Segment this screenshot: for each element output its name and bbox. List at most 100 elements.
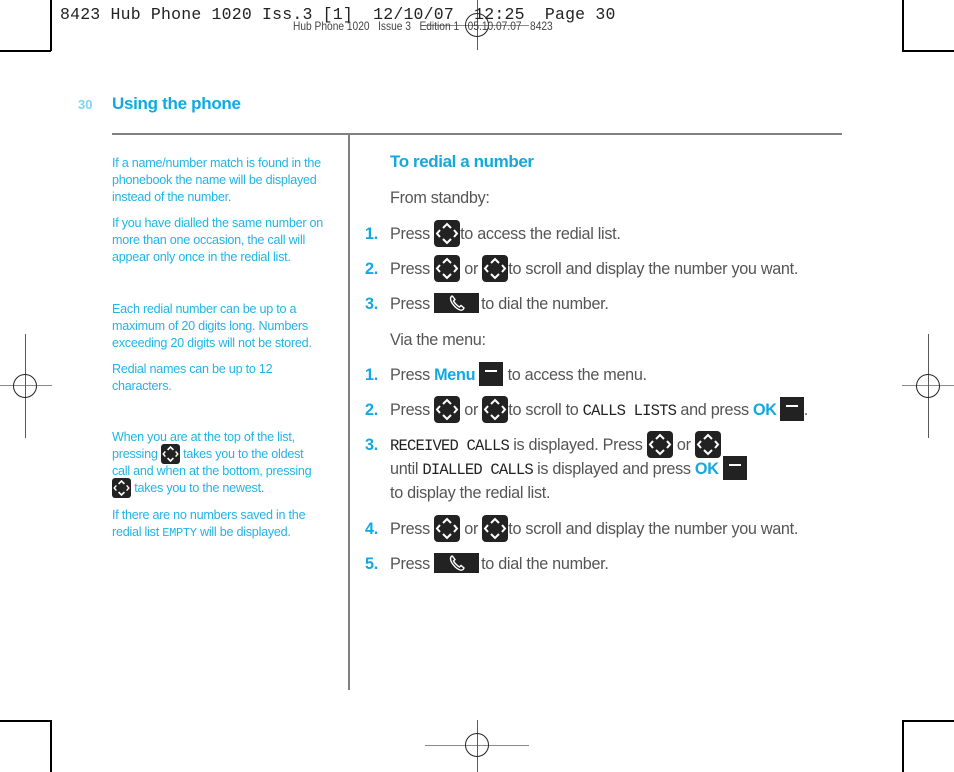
navigation-key-icon (482, 396, 509, 424)
navigation-key-icon (434, 515, 461, 543)
step-text: to scroll to (508, 401, 579, 419)
lcd-text-dialled-calls: DIALLED CALLS (422, 461, 533, 479)
navigation-key-icon (112, 478, 131, 499)
crop-mark-bottom-right-h (902, 720, 954, 722)
crop-mark-bottom-right-v (902, 720, 904, 772)
navigation-key-icon (434, 396, 461, 424)
navigation-key-icon (482, 255, 509, 283)
crop-mark-bottom-left-v (50, 720, 52, 772)
note-text: takes you to the newest. (134, 481, 265, 495)
step-text: Press (390, 366, 430, 384)
step-text: or (464, 260, 479, 278)
navigation-key-icon (434, 255, 461, 283)
step-text: . (803, 401, 809, 419)
page-number: 30 (78, 97, 93, 112)
step-text: Press (390, 295, 430, 313)
registration-mark-bottom (425, 720, 529, 772)
note-text: pressing (112, 447, 158, 461)
step-text: to access the redial list. (460, 225, 621, 243)
step-text: is displayed. Press (513, 436, 643, 454)
ok-keyword: OK (694, 460, 719, 478)
crop-mark-top-right-v (902, 0, 904, 51)
step-text: to scroll and display the number you wan… (508, 520, 799, 538)
step-number: 1. (365, 366, 378, 384)
column-divider (348, 134, 350, 690)
step-text: Press (390, 520, 430, 538)
navigation-key-icon (482, 515, 509, 543)
menu-step-5: 5. Press to dial the number. (365, 552, 609, 576)
softkey-icon (722, 455, 747, 480)
menu-step-1: 1. Press Menu to access the menu. (365, 361, 647, 387)
note-text: Each redial number can be up to a maximu… (112, 302, 312, 350)
step-number: 1. (365, 225, 378, 243)
crop-mark-bottom-left-h (0, 720, 51, 722)
lcd-text-calls-lists: CALLS LISTS (582, 402, 677, 420)
step-text: to display the redial list. (390, 484, 551, 502)
standby-step-2: 2. Press or to scroll and display the num… (365, 255, 799, 283)
note-text: Redial names can be up to 12 characters. (112, 362, 273, 393)
note-text: call and when at the bottom, pressing (112, 464, 312, 478)
note-text: takes you to the oldest (183, 447, 304, 461)
softkey-icon (479, 361, 504, 386)
note-text: If a name/number match is found in the p… (112, 156, 321, 204)
lcd-text-received-calls: RECEIVED CALLS (390, 437, 510, 455)
step-text: or (464, 520, 479, 538)
menu-step-2: 2. Press or to scroll to CALLS LISTS and … (365, 396, 809, 424)
crop-mark-top-left-v (50, 0, 52, 51)
sidebar-note-scroll: When you are at the top of the list, pre… (112, 429, 337, 499)
sidebar-note-same-number: If you have dialled the same number on m… (112, 215, 337, 266)
section-title: Using the phone (112, 94, 241, 113)
talk-key-icon (434, 553, 480, 574)
crop-mark-top-left-h (0, 50, 51, 52)
sidebar-note-match: If a name/number match is found in the p… (112, 155, 337, 206)
menu-step-3-line-3: to display the redial list. (390, 481, 550, 505)
step-text: to dial the number. (481, 295, 609, 313)
navigation-key-icon (694, 431, 721, 459)
lcd-text-empty: EMPTY (162, 526, 197, 540)
main-title: To redial a number (390, 152, 534, 171)
step-text: or (676, 436, 691, 454)
standby-step-1: 1. Press to access the redial list. (365, 220, 621, 248)
menu-step-4: 4. Press or to scroll and display the num… (365, 515, 799, 543)
standby-step-3: 3. Press to dial the number. (365, 292, 609, 316)
note-text: If there are no numbers saved in the (112, 508, 306, 522)
step-text: Press (390, 555, 430, 573)
label-text: Via the menu: (390, 331, 486, 349)
note-text: redial list (112, 525, 159, 539)
step-number: 5. (365, 555, 378, 573)
note-text: If you have dialled the same number on m… (112, 216, 324, 264)
sidebar-note-names: Redial names can be up to 12 characters. (112, 361, 302, 395)
talk-key-icon (434, 293, 480, 314)
navigation-key-icon (434, 220, 461, 248)
sidebar-note-empty: If there are no numbers saved in the red… (112, 507, 337, 542)
step-text: until (390, 460, 419, 478)
header-rule (112, 133, 842, 135)
step-text: to access the menu. (507, 366, 647, 384)
step-text: Press (390, 260, 430, 278)
step-text: Press (390, 401, 430, 419)
print-slug: 8423 Hub Phone 1020 Iss.3 [1] 12/10/07 1… (60, 5, 616, 24)
from-standby-label: From standby: (390, 186, 490, 210)
step-text: or (464, 401, 479, 419)
step-number: 2. (365, 401, 378, 419)
registration-mark-left (0, 334, 52, 438)
navigation-key-icon (646, 431, 673, 459)
ok-keyword: OK (753, 401, 777, 419)
step-text: to dial the number. (481, 555, 609, 573)
softkey-icon (779, 396, 804, 421)
step-number: 3. (365, 295, 378, 313)
step-number: 3. (365, 436, 378, 454)
step-text: Press (390, 225, 430, 243)
menu-keyword: Menu (434, 366, 476, 384)
note-text: When you are at the top of the list, (112, 430, 295, 444)
step-text: and press (680, 401, 749, 419)
step-text: is displayed and press (537, 460, 691, 478)
navigation-key-icon (160, 444, 180, 465)
menu-step-3: 3. RECEIVED CALLS is displayed. Press or (365, 431, 721, 459)
registration-mark-right (902, 334, 954, 438)
step-number: 2. (365, 260, 378, 278)
step-text: to scroll and display the number you wan… (508, 260, 799, 278)
menu-step-3-line-2: until DIALLED CALLS is displayed and pre… (390, 455, 747, 481)
crop-mark-top-right-h (902, 50, 954, 52)
note-text: will be displayed. (199, 525, 291, 539)
